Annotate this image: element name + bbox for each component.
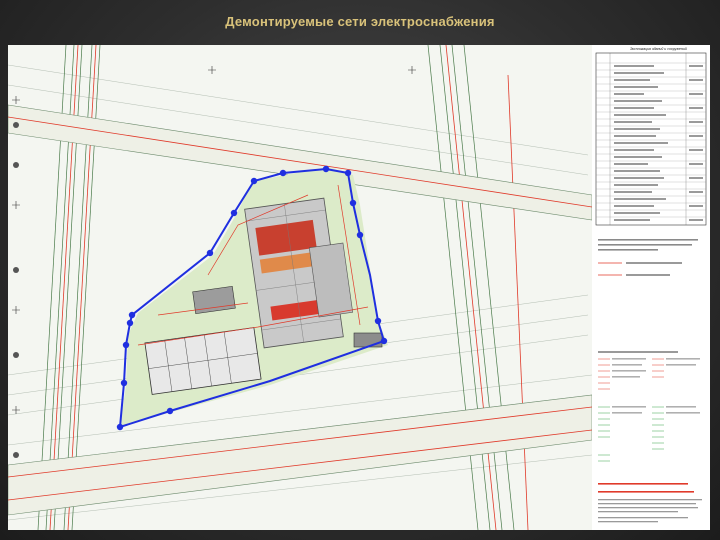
legend-graphics (595, 52, 707, 523)
substation (353, 332, 383, 348)
legend-panel: Экспликация зданий и сооружений (592, 45, 710, 530)
slide-title: Демонтируемые сети электроснабжения (225, 14, 495, 29)
site-plan-drawing: Экспликация зданий и сооружений (8, 45, 710, 530)
